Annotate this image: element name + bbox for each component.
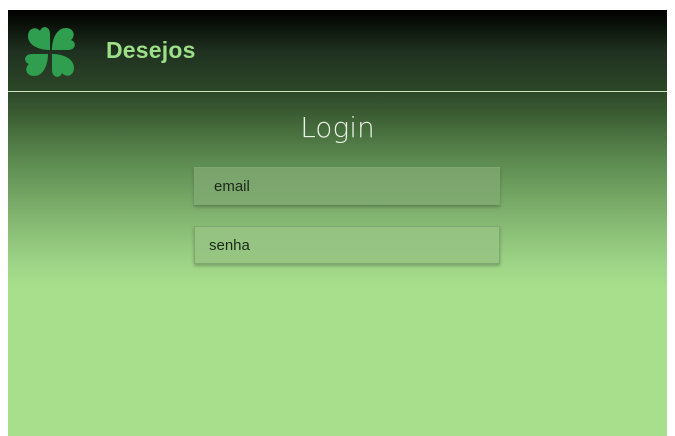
login-page: Desejos Login — [8, 10, 667, 436]
brand-name: Desejos — [106, 37, 196, 63]
four-leaf-clover-icon — [25, 27, 75, 77]
app-header: Desejos — [8, 10, 667, 92]
email-field[interactable] — [194, 167, 500, 205]
login-title: Login — [300, 111, 375, 144]
password-field[interactable] — [194, 226, 500, 264]
